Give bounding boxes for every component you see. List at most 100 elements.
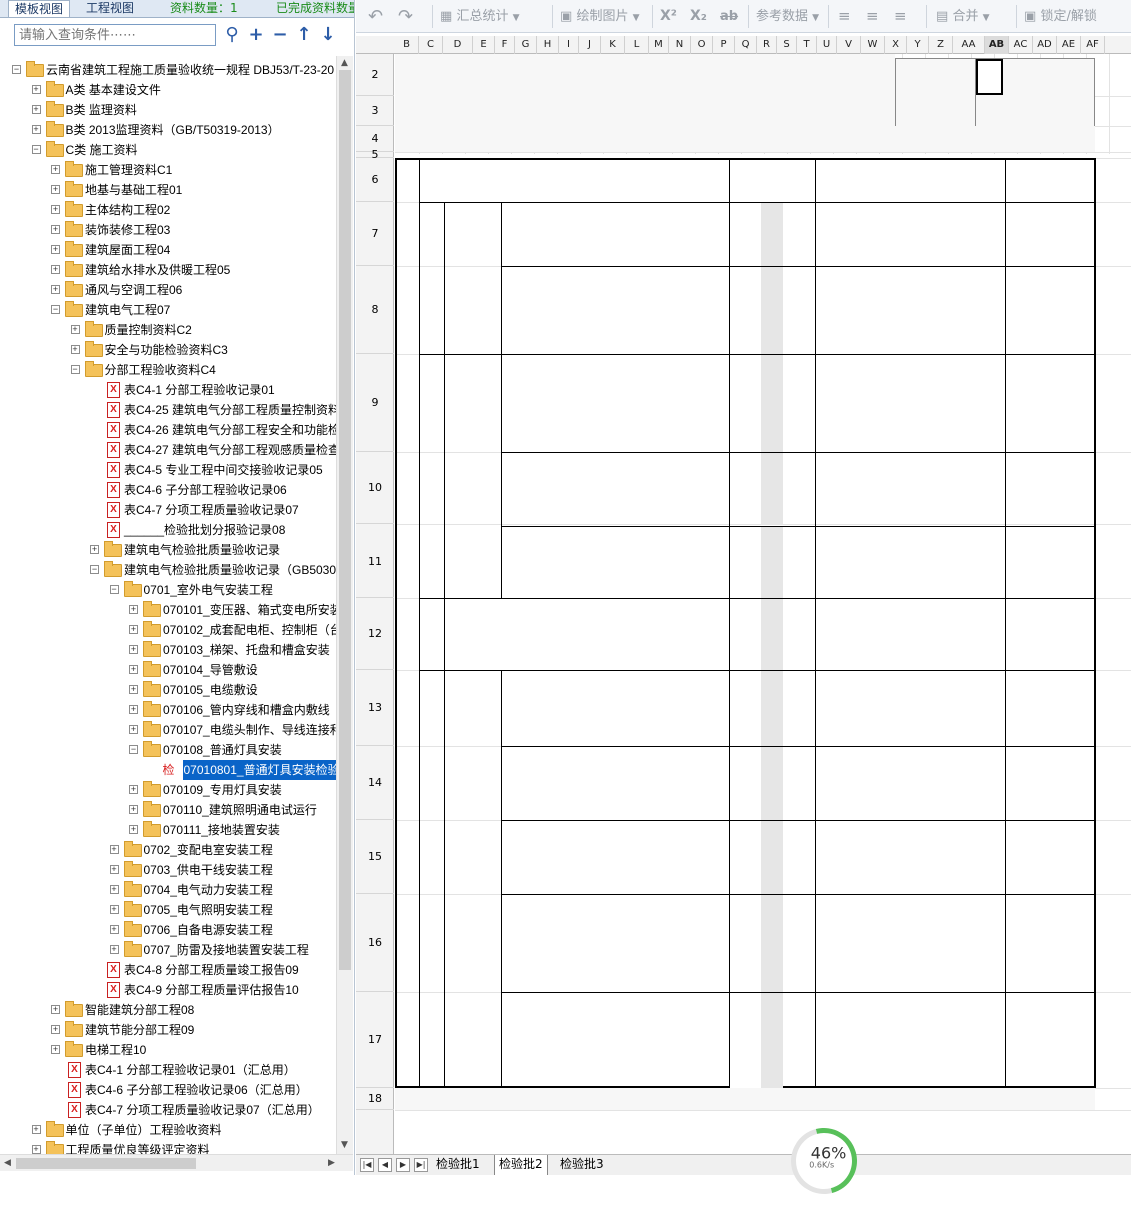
tree-folder-item[interactable]: + 质量控制资料C2 xyxy=(0,320,336,340)
row-header-15[interactable]: 15 xyxy=(356,820,394,894)
tree-folder-item[interactable]: +070101_变压器、箱式变电所安装 xyxy=(0,600,336,620)
tree-folder-item[interactable]: + B类 监理资料 xyxy=(0,100,336,120)
sample-actual-cell[interactable] xyxy=(761,671,783,746)
column-header-s[interactable]: S xyxy=(777,36,797,54)
summary-button[interactable]: ▦ 汇总统计 ▼ xyxy=(440,0,520,33)
column-header-p[interactable]: P xyxy=(713,36,735,54)
tree-folder-item[interactable]: + B类 2013监理资料（GB/T50319-2013） xyxy=(0,120,336,140)
result-cell[interactable] xyxy=(1006,993,1093,1088)
subscript-button[interactable]: X₂ xyxy=(690,0,707,33)
record-cell[interactable] xyxy=(816,747,1005,820)
expand-icon[interactable]: + xyxy=(129,605,138,614)
expand-icon[interactable]: + xyxy=(129,665,138,674)
collapse-icon[interactable]: − xyxy=(31,145,41,154)
column-header-m[interactable]: M xyxy=(649,36,669,54)
tree-folder-item[interactable]: +070102_成套配电柜、控制柜（台 xyxy=(0,620,336,640)
tree-file-item[interactable]: X 表C4-5 专业工程中间交接验收记录05 xyxy=(0,460,336,480)
sample-min-cell[interactable] xyxy=(730,355,761,452)
expand-icon[interactable]: + xyxy=(129,625,138,634)
sample-min-cell[interactable] xyxy=(730,527,761,598)
result-cell[interactable] xyxy=(1006,821,1093,894)
sample-min-cell[interactable] xyxy=(730,895,761,992)
tree-folder-item[interactable]: +070110_建筑照明通电试运行 xyxy=(0,800,336,820)
tree-file-item[interactable]: X 表C4-26 建筑电气分部工程安全和功能检 xyxy=(0,420,336,440)
column-header-aa[interactable]: AA xyxy=(953,36,985,54)
sample-min-cell[interactable] xyxy=(730,453,761,524)
column-header-v[interactable]: V xyxy=(837,36,861,54)
column-header-l[interactable]: L xyxy=(625,36,649,54)
worksheet[interactable] xyxy=(395,54,1131,1154)
tree-folder-item[interactable]: +070106_管内穿线和槽盒内敷线 xyxy=(0,700,336,720)
column-header-w[interactable]: W xyxy=(861,36,885,54)
result-cell[interactable] xyxy=(1006,527,1093,598)
record-cell[interactable] xyxy=(816,355,1005,452)
column-header-ad[interactable]: AD xyxy=(1033,36,1057,54)
column-header-n[interactable]: N xyxy=(669,36,691,54)
column-header-ae[interactable]: AE xyxy=(1057,36,1081,54)
row-header-8[interactable]: 8 xyxy=(356,266,394,354)
collapse-icon[interactable]: − xyxy=(109,585,119,594)
tree-folder-item[interactable]: − C类 施工资料 xyxy=(0,140,336,160)
row-header-7[interactable]: 7 xyxy=(356,202,394,266)
tree-folder-item[interactable]: +070109_专用灯具安装 xyxy=(0,780,336,800)
tree-file-item[interactable]: X ______检验批划分报验记录08 xyxy=(0,520,336,540)
align-right-icon[interactable]: ≡ xyxy=(894,0,907,33)
collapse-icon[interactable]: − xyxy=(90,565,99,574)
tree-folder-item[interactable]: 检 07010801_普通灯具安装检验批 xyxy=(0,760,336,780)
tree-folder-item[interactable]: + 地基与基础工程01 xyxy=(0,180,336,200)
scroll-right-icon[interactable]: ▶ xyxy=(328,1158,335,1168)
row-header-3[interactable]: 3 xyxy=(356,96,394,126)
column-header-q[interactable]: Q xyxy=(735,36,757,54)
sample-min-cell[interactable] xyxy=(730,747,761,820)
sample-actual-cell[interactable] xyxy=(761,355,783,452)
expand-icon[interactable]: + xyxy=(129,825,138,834)
reference-data-button[interactable]: 参考数据 ▼ xyxy=(756,0,819,33)
column-header-u[interactable]: U xyxy=(817,36,837,54)
expand-icon[interactable]: + xyxy=(109,845,119,854)
tree-folder-item[interactable]: +0704_电气动力安装工程 xyxy=(0,880,336,900)
expand-icon[interactable]: + xyxy=(51,165,60,174)
tree-folder-item[interactable]: + 施工管理资料C1 xyxy=(0,160,336,180)
row-header-17[interactable]: 17 xyxy=(356,992,394,1088)
row-header-18[interactable]: 18 xyxy=(356,1088,394,1110)
record-cell[interactable] xyxy=(816,527,1005,598)
tree-file-item[interactable]: X 表C4-8 分部工程质量竣工报告09 xyxy=(0,960,336,980)
superscript-button[interactable]: X² xyxy=(660,0,677,33)
expand-icon[interactable]: + xyxy=(31,1145,41,1154)
expand-icon[interactable]: + xyxy=(51,1005,60,1014)
tree-folder-item[interactable]: + 建筑电气检验批质量验收记录 xyxy=(0,540,336,560)
tree-folder-item[interactable]: − 建筑电气检验批质量验收记录（GB50303- xyxy=(0,560,336,580)
expand-icon[interactable]: + xyxy=(31,125,41,134)
column-header-c[interactable]: C xyxy=(419,36,443,54)
tree-file-item[interactable]: X 表C4-25 建筑电气分部工程质量控制资料 xyxy=(0,400,336,420)
move-down-icon[interactable]: ↓ xyxy=(318,24,338,46)
scroll-down-icon[interactable]: ▼ xyxy=(341,1140,348,1150)
tree-folder-item[interactable]: +0702_变配电室安装工程 xyxy=(0,840,336,860)
tree-folder-item[interactable]: +0706_自备电源安装工程 xyxy=(0,920,336,940)
sample-min-cell[interactable] xyxy=(730,821,761,894)
lock-unlock-button[interactable]: ▣ 锁定/解锁 xyxy=(1024,0,1097,33)
doc-no-input[interactable] xyxy=(976,59,1003,95)
sample-min-cell[interactable] xyxy=(730,671,761,746)
expand-icon[interactable]: + xyxy=(129,785,138,794)
row-header-10[interactable]: 10 xyxy=(356,452,394,524)
expand-icon[interactable]: + xyxy=(109,865,119,874)
sample-min-cell[interactable] xyxy=(730,599,761,670)
record-cell[interactable] xyxy=(816,599,1005,670)
sample-min-cell[interactable] xyxy=(730,267,761,354)
tree-folder-item[interactable]: − 070108_普通灯具安装 xyxy=(0,740,336,760)
draw-image-button[interactable]: ▣ 绘制图片 ▼ xyxy=(560,0,640,33)
tab-template-view[interactable]: 模板视图 xyxy=(8,0,71,17)
tree-folder-item[interactable]: − 云南省建筑工程施工质量验收统一规程 DBJ53/T-23-20 xyxy=(0,60,336,80)
tree-folder-item[interactable]: +070104_导管敷设 xyxy=(0,660,336,680)
column-header-ab[interactable]: AB xyxy=(985,36,1009,54)
tree-folder-item[interactable]: + 建筑节能分部工程09 xyxy=(0,1020,336,1040)
collapse-icon[interactable]: − xyxy=(12,65,21,74)
prev-sheet-icon[interactable]: ◀ xyxy=(378,1158,392,1172)
record-cell[interactable] xyxy=(816,671,1005,746)
result-cell[interactable] xyxy=(1006,671,1093,746)
column-header-d[interactable]: D xyxy=(443,36,473,54)
tree-file-item[interactable]: X 表C4-7 分项工程质量验收记录07 xyxy=(0,500,336,520)
result-cell[interactable] xyxy=(1006,747,1093,820)
tree-folder-item[interactable]: +070111_接地装置安装 xyxy=(0,820,336,840)
